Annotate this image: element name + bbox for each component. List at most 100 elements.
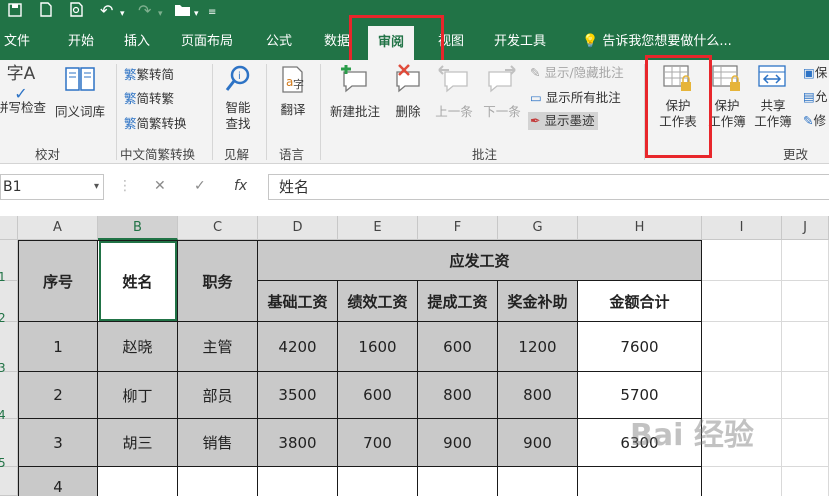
cell-empty[interactable] xyxy=(702,322,782,372)
cell-base[interactable] xyxy=(258,467,338,496)
row-header-5[interactable]: 5 xyxy=(0,419,18,470)
cell-performance[interactable]: 600 xyxy=(338,372,418,419)
cell-empty[interactable] xyxy=(782,419,829,467)
cell-seq[interactable]: 1 xyxy=(18,322,98,372)
tab-file[interactable]: 文件 xyxy=(4,22,30,60)
cell-role[interactable] xyxy=(178,467,258,496)
cell-header-name[interactable]: 姓名 xyxy=(98,240,178,322)
cell-header-pay[interactable]: 应发工资 xyxy=(258,240,702,281)
cell-total[interactable] xyxy=(578,467,702,496)
column-header-e[interactable]: E xyxy=(338,216,418,240)
enter-icon[interactable]: ✓ xyxy=(194,178,206,194)
cell-role[interactable]: 部员 xyxy=(178,372,258,419)
cell-name[interactable] xyxy=(98,467,178,496)
name-box-dropdown-icon[interactable]: ▾ xyxy=(94,175,99,199)
column-header-i[interactable]: I xyxy=(702,216,782,240)
insert-function-icon[interactable]: fx xyxy=(234,178,247,194)
cell-seq[interactable]: 4 xyxy=(18,467,98,496)
cell-commission[interactable]: 600 xyxy=(418,322,498,372)
tab-page-layout[interactable]: 页面布局 xyxy=(181,22,233,60)
cell-empty[interactable] xyxy=(702,240,782,281)
show-hide-comment-button[interactable]: ✎ 显示/隐藏批注 xyxy=(530,64,624,82)
cancel-icon[interactable]: ✕ xyxy=(154,178,166,194)
cell-subheader-bonus[interactable]: 奖金补助 xyxy=(498,281,578,322)
cell-name[interactable]: 赵晓 xyxy=(98,322,178,372)
undo-icon[interactable]: ↶ xyxy=(100,2,113,20)
conversion-button[interactable]: 繁简繁转换 xyxy=(124,115,187,133)
show-all-comments-button[interactable]: ▭ 显示所有批注 xyxy=(530,89,621,107)
undo-dropdown-icon[interactable]: ▾ xyxy=(120,5,125,23)
row-header-6[interactable] xyxy=(0,467,18,496)
show-ink-button[interactable]: ✒ 显示墨迹 xyxy=(528,112,599,130)
delete-comment-button[interactable]: 删除 xyxy=(388,64,428,120)
cell-name[interactable]: 胡三 xyxy=(98,419,178,467)
cell-base[interactable]: 4200 xyxy=(258,322,338,372)
column-header-b[interactable]: B xyxy=(98,216,178,240)
cell-bonus[interactable]: 800 xyxy=(498,372,578,419)
tab-developer[interactable]: 开发工具 xyxy=(494,22,546,60)
row-header-2[interactable]: 2 xyxy=(0,281,18,325)
new-comment-button[interactable]: 新建批注 xyxy=(324,64,386,120)
open-folder-icon[interactable] xyxy=(174,3,192,17)
previous-comment-button[interactable]: 上一条 xyxy=(432,64,476,120)
cell-empty[interactable] xyxy=(782,281,829,322)
column-header-c[interactable]: C xyxy=(178,216,258,240)
folder-dropdown-icon[interactable]: ▾ xyxy=(194,5,199,23)
cell-seq[interactable]: 2 xyxy=(18,372,98,419)
cell-empty[interactable] xyxy=(782,240,829,281)
tab-formulas[interactable]: 公式 xyxy=(266,22,292,60)
cell-base[interactable]: 3500 xyxy=(258,372,338,419)
thesaurus-button[interactable]: 同义词库 xyxy=(50,64,110,120)
tab-data[interactable]: 数据 xyxy=(324,22,350,60)
row-header-1[interactable]: 1 xyxy=(0,240,18,284)
track-changes-button[interactable]: ✎修 xyxy=(803,112,826,130)
cell-empty[interactable] xyxy=(782,322,829,372)
column-header-j[interactable]: J xyxy=(782,216,829,240)
redo-icon[interactable]: ↷ xyxy=(138,2,151,20)
trad-to-simp-button[interactable]: 繁繁转简 xyxy=(124,66,174,84)
next-comment-button[interactable]: 下一条 xyxy=(478,64,526,120)
column-header-g[interactable]: G xyxy=(498,216,578,240)
column-header-h[interactable]: H xyxy=(578,216,702,240)
cell-performance[interactable]: 700 xyxy=(338,419,418,467)
tab-insert[interactable]: 插入 xyxy=(124,22,150,60)
smart-lookup-button[interactable]: i 智能 查找 xyxy=(216,64,260,132)
row-header-4[interactable]: 4 xyxy=(0,372,18,422)
select-all-corner[interactable] xyxy=(0,216,18,240)
cell-commission[interactable]: 900 xyxy=(418,419,498,467)
spell-check-button[interactable]: 字A ✓ 拼写检查 xyxy=(0,64,48,116)
tab-home[interactable]: 开始 xyxy=(68,22,94,60)
row-header-3[interactable]: 3 xyxy=(0,322,18,375)
new-file-icon[interactable] xyxy=(40,2,52,17)
simp-to-trad-button[interactable]: 繁简转繁 xyxy=(124,90,174,108)
cell-subheader-commission[interactable]: 提成工资 xyxy=(418,281,498,322)
cell-performance[interactable]: 1600 xyxy=(338,322,418,372)
cell-base[interactable]: 3800 xyxy=(258,419,338,467)
customize-qa-icon[interactable]: ≡ xyxy=(208,4,216,22)
cell-name[interactable]: 柳丁 xyxy=(98,372,178,419)
save-icon[interactable] xyxy=(8,3,22,17)
cell-header-seq[interactable]: 序号 xyxy=(18,240,98,322)
cell-bonus[interactable]: 900 xyxy=(498,419,578,467)
cell-subheader-total[interactable]: 金额合计 xyxy=(578,281,702,322)
column-header-a[interactable]: A xyxy=(18,216,98,240)
cell-bonus[interactable] xyxy=(498,467,578,496)
formula-input[interactable]: 姓名 xyxy=(268,174,829,200)
cell-commission[interactable]: 800 xyxy=(418,372,498,419)
cell-empty[interactable] xyxy=(782,467,829,496)
cell-seq[interactable]: 3 xyxy=(18,419,98,467)
share-workbook-button[interactable]: 共享 工作簿 xyxy=(750,64,796,130)
cell-role[interactable]: 主管 xyxy=(178,322,258,372)
name-box[interactable]: B1 ▾ xyxy=(0,174,104,200)
redo-dropdown-icon[interactable]: ▾ xyxy=(158,5,163,23)
cell-bonus[interactable]: 1200 xyxy=(498,322,578,372)
allow-edit-ranges-button[interactable]: ▤允 xyxy=(803,88,827,106)
cell-header-role[interactable]: 职务 xyxy=(178,240,258,322)
column-header-d[interactable]: D xyxy=(258,216,338,240)
cell-subheader-base[interactable]: 基础工资 xyxy=(258,281,338,322)
print-preview-icon[interactable] xyxy=(70,2,84,17)
cell-subheader-performance[interactable]: 绩效工资 xyxy=(338,281,418,322)
cell-total[interactable]: 7600 xyxy=(578,322,702,372)
cell-empty[interactable] xyxy=(702,281,782,322)
column-header-f[interactable]: F xyxy=(418,216,498,240)
